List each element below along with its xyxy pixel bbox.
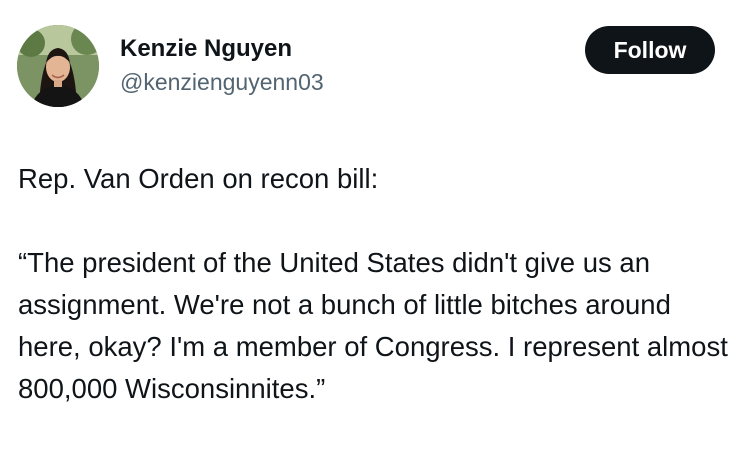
author-display-name[interactable]: Kenzie Nguyen [120, 34, 324, 64]
author-info: Kenzie Nguyen @kenzienguyenn03 [120, 34, 324, 97]
post-intro: Rep. Van Orden on recon bill: [18, 163, 379, 194]
author-handle[interactable]: @kenzienguyenn03 [120, 67, 324, 97]
post-quote: “The president of the United States didn… [18, 247, 728, 404]
avatar[interactable] [17, 25, 99, 107]
post-text: Rep. Van Orden on recon bill: “The presi… [18, 158, 733, 410]
post-card: Kenzie Nguyen @kenzienguyenn03 Follow Re… [0, 0, 750, 450]
profile-photo-icon [17, 25, 99, 107]
follow-button[interactable]: Follow [585, 26, 715, 74]
